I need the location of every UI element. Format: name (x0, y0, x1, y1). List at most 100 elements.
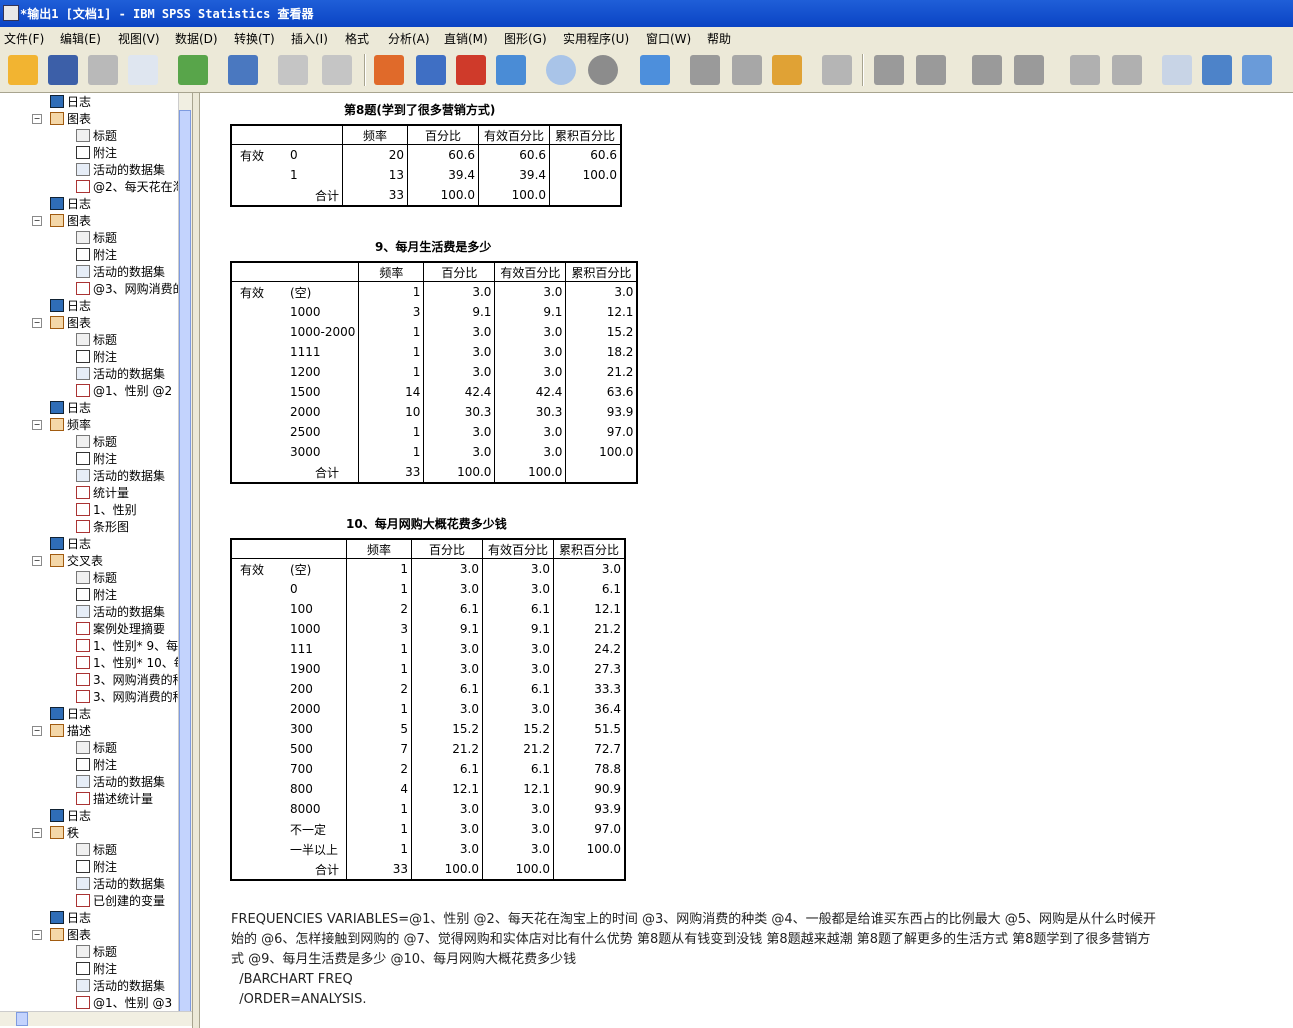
insert-text-icon[interactable] (1242, 55, 1272, 85)
undo-icon[interactable] (278, 55, 308, 85)
tree-node[interactable]: 频率 (50, 416, 91, 433)
tree-node[interactable]: 活动的数据集 (76, 263, 165, 280)
open-folder-icon[interactable] (8, 55, 38, 85)
tree-collapse-toggle[interactable]: − (32, 216, 42, 226)
tree-node[interactable]: 条形图 (76, 518, 129, 535)
app-icon[interactable] (3, 5, 19, 21)
tree-node[interactable]: 1、性别* 9、每 (76, 637, 178, 654)
insert-heading-icon[interactable] (1162, 55, 1192, 85)
tree-node[interactable]: 日志 (50, 195, 91, 212)
hide-icon[interactable] (822, 55, 852, 85)
tree-node[interactable]: 附注 (76, 858, 117, 875)
menu-help[interactable]: 帮助 (707, 30, 731, 47)
tree-collapse-toggle[interactable]: − (32, 930, 42, 940)
tree-node[interactable]: 附注 (76, 144, 117, 161)
show-all-variables-icon[interactable] (588, 55, 618, 85)
tree-node[interactable]: 标题 (76, 943, 117, 960)
redo-icon[interactable] (322, 55, 352, 85)
menu-view[interactable]: 视图(V) (118, 30, 160, 47)
pane-splitter[interactable] (192, 93, 200, 1028)
menu-utilities[interactable]: 实用程序(U) (563, 30, 629, 47)
create-edit-autoscript-icon[interactable] (732, 55, 762, 85)
tree-node[interactable]: 活动的数据集 (76, 467, 165, 484)
tree-node[interactable]: @1、性别 @2 (76, 382, 172, 399)
tree-node[interactable]: 日志 (50, 909, 91, 926)
tree-collapse-toggle[interactable]: − (32, 556, 42, 566)
tree-node[interactable]: 描述统计量 (76, 790, 153, 807)
tree-node[interactable]: 活动的数据集 (76, 365, 165, 382)
save-icon[interactable] (48, 55, 78, 85)
tree-node[interactable]: 日志 (50, 705, 91, 722)
tree-node[interactable]: 活动的数据集 (76, 773, 165, 790)
tree-node[interactable]: 活动的数据集 (76, 161, 165, 178)
tree-hscroll-thumb[interactable] (16, 1012, 28, 1026)
tree-node[interactable]: 秩 (50, 824, 79, 841)
tree-node[interactable]: 日志 (50, 807, 91, 824)
tree-node[interactable]: 活动的数据集 (76, 977, 165, 994)
goto-case-icon[interactable] (416, 55, 446, 85)
expand-plus-icon[interactable] (972, 55, 1002, 85)
tree-collapse-toggle[interactable]: − (32, 318, 42, 328)
tree-node[interactable]: 附注 (76, 586, 117, 603)
insert-title-icon[interactable] (1202, 55, 1232, 85)
tree-node[interactable]: 标题 (76, 739, 117, 756)
tree-node[interactable]: 图表 (50, 212, 91, 229)
menu-insert[interactable]: 插入(I) (291, 30, 328, 47)
goto-data-icon[interactable] (374, 55, 404, 85)
menu-direct-marketing[interactable]: 直销(M) (444, 30, 488, 47)
export-icon[interactable] (178, 55, 208, 85)
tree-node[interactable]: 附注 (76, 450, 117, 467)
show-icon[interactable] (1070, 55, 1100, 85)
tree-node[interactable]: 图表 (50, 110, 91, 127)
tree-collapse-toggle[interactable]: − (32, 726, 42, 736)
menu-data[interactable]: 数据(D) (175, 30, 218, 47)
tree-node[interactable]: 图表 (50, 926, 91, 943)
tree-node[interactable]: 日志 (50, 399, 91, 416)
tree-node[interactable]: 活动的数据集 (76, 875, 165, 892)
tree-node[interactable]: 交叉表 (50, 552, 103, 569)
tree-node[interactable]: @2、每天花在淘 (76, 178, 178, 195)
tree-node[interactable]: 日志 (50, 93, 91, 110)
demote-arrow-right-icon[interactable] (916, 55, 946, 85)
designate-window-icon[interactable] (640, 55, 670, 85)
tree-scroll-thumb[interactable] (179, 110, 191, 1012)
tree-node[interactable]: @1、性别 @3 (76, 994, 172, 1011)
tree-node[interactable]: 标题 (76, 569, 117, 586)
tree-node[interactable]: 日志 (50, 297, 91, 314)
menu-edit[interactable]: 编辑(E) (60, 30, 101, 47)
tree-node[interactable]: 标题 (76, 127, 117, 144)
tree-node[interactable]: 日志 (50, 535, 91, 552)
use-sets-icon[interactable] (546, 55, 576, 85)
tree-node[interactable]: 活动的数据集 (76, 603, 165, 620)
hide-item-icon[interactable] (1112, 55, 1142, 85)
tree-collapse-toggle[interactable]: − (32, 828, 42, 838)
menu-graphs[interactable]: 图形(G) (504, 30, 547, 47)
tree-node[interactable]: @3、网购消费的 (76, 280, 178, 297)
tree-node[interactable]: 统计量 (76, 484, 129, 501)
tree-node[interactable]: 3、网购消费的种 (76, 688, 178, 705)
tree-node[interactable]: 描述 (50, 722, 91, 739)
run-script-icon[interactable] (772, 55, 802, 85)
menu-analyze[interactable]: 分析(A) (388, 30, 430, 47)
tree-node[interactable]: 附注 (76, 246, 117, 263)
recall-dialog-icon[interactable] (228, 55, 258, 85)
tree-node[interactable]: 图表 (50, 314, 91, 331)
tree-collapse-toggle[interactable]: − (32, 114, 42, 124)
collapse-minus-icon[interactable] (1014, 55, 1044, 85)
tree-node[interactable]: 3、网购消费的种 (76, 671, 178, 688)
menu-transform[interactable]: 转换(T) (234, 30, 275, 47)
tree-node[interactable]: 已创建的变量 (76, 892, 165, 909)
print-preview-icon[interactable] (128, 55, 158, 85)
tree-node[interactable]: 标题 (76, 229, 117, 246)
menu-file[interactable]: 文件(F) (4, 30, 44, 47)
tree-node[interactable]: 附注 (76, 756, 117, 773)
tree-node[interactable]: 标题 (76, 331, 117, 348)
select-last-output-icon[interactable] (690, 55, 720, 85)
goto-variable-icon[interactable] (456, 55, 486, 85)
menu-format[interactable]: 格式 (345, 30, 369, 47)
variables-icon[interactable] (496, 55, 526, 85)
tree-node[interactable]: 标题 (76, 841, 117, 858)
tree-node[interactable]: 附注 (76, 348, 117, 365)
print-icon[interactable] (88, 55, 118, 85)
promote-arrow-left-icon[interactable] (874, 55, 904, 85)
